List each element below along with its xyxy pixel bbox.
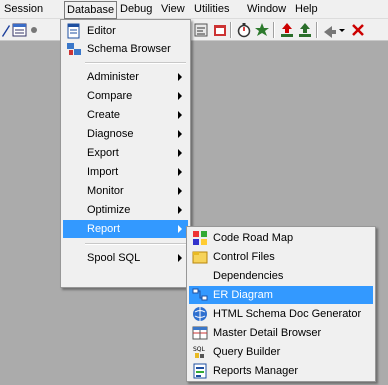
- toolbar-separator: [273, 22, 275, 38]
- control-files-icon: [192, 251, 208, 264]
- menu-item-compare[interactable]: Compare: [63, 87, 188, 105]
- menu-item-dependencies-label: Dependencies: [213, 270, 284, 282]
- toolbar-separator: [230, 22, 232, 38]
- submenu-arrow-icon: [178, 73, 182, 81]
- menu-utilities-label: Utilities: [194, 3, 230, 15]
- menu-item-control-files[interactable]: Control Files: [189, 248, 373, 266]
- table-icon[interactable]: [212, 22, 228, 38]
- menu-item-editor[interactable]: Editor: [63, 22, 188, 40]
- menu-item-report-label: Report: [87, 223, 121, 235]
- menu-item-spool-sql[interactable]: Spool SQL: [63, 249, 188, 267]
- toolbar-separator: [316, 22, 318, 38]
- stopwatch-icon[interactable]: [236, 22, 252, 38]
- menu-item-master-detail-browser[interactable]: Master Detail Browser: [189, 324, 373, 342]
- menu-item-administer-label: Administer: [87, 71, 139, 83]
- menu-item-diagnose-label: Diagnose: [87, 128, 134, 140]
- menu-item-create-label: Create: [87, 109, 121, 121]
- submenu-arrow-icon: [178, 149, 182, 157]
- menu-window-label: Window: [247, 3, 287, 15]
- star-gear-icon[interactable]: [254, 22, 270, 38]
- arrow-back-icon[interactable]: [322, 22, 338, 38]
- schema-browser-icon: [67, 43, 81, 55]
- download-icon[interactable]: [297, 22, 313, 38]
- menu-item-diagnose[interactable]: Diagnose: [63, 125, 188, 143]
- menu-item-administer[interactable]: Administer: [63, 68, 188, 86]
- menu-session-label: Session: [4, 3, 44, 15]
- menu-item-compare-label: Compare: [87, 90, 133, 102]
- submenu-arrow-icon: [178, 92, 182, 100]
- menu-item-code-road-map-label: Code Road Map: [213, 232, 294, 244]
- menu-item-schema-browser-label: Schema Browser: [87, 43, 171, 55]
- menu-window[interactable]: Window: [246, 2, 287, 17]
- menu-debug[interactable]: Debug: [119, 2, 153, 17]
- menu-item-report[interactable]: Report: [63, 220, 188, 238]
- menu-session[interactable]: Session: [3, 2, 44, 17]
- reports-manager-icon: [193, 363, 207, 379]
- svg-text:SQL: SQL: [193, 346, 206, 353]
- menu-item-editor-label: Editor: [87, 25, 116, 37]
- menu-item-reports-manager[interactable]: Reports Manager: [189, 362, 373, 380]
- menu-item-schema-browser[interactable]: Schema Browser: [63, 40, 188, 58]
- submenu-arrow-icon: [178, 254, 182, 262]
- menu-item-query-builder[interactable]: SQL Query Builder: [189, 343, 373, 361]
- query-builder-icon: SQL: [193, 346, 206, 358]
- code-road-map-icon: [193, 231, 207, 245]
- submenu-arrow-icon: [178, 225, 182, 233]
- editor-icon: [67, 23, 80, 39]
- menu-help-label: Help: [295, 3, 318, 15]
- format-icon[interactable]: [193, 22, 209, 38]
- menu-help[interactable]: Help: [294, 2, 319, 17]
- menu-item-control-files-label: Control Files: [213, 251, 275, 263]
- upload-icon[interactable]: [279, 22, 295, 38]
- menu-database[interactable]: Database: [64, 1, 118, 19]
- submenu-arrow-icon: [178, 206, 182, 214]
- menu-item-er-diagram[interactable]: ER Diagram: [189, 286, 373, 304]
- grid-icon[interactable]: [12, 22, 28, 38]
- menu-view[interactable]: View: [160, 2, 186, 17]
- menu-item-import[interactable]: Import: [63, 163, 188, 181]
- menu-item-import-label: Import: [87, 166, 119, 178]
- toolbar: [0, 19, 388, 41]
- menu-item-create[interactable]: Create: [63, 106, 188, 124]
- menu-database-label: Database: [67, 4, 115, 16]
- tool-icon[interactable]: [30, 22, 38, 38]
- menu-bar: Session Database Debug View Utilities Wi…: [0, 0, 388, 19]
- submenu-arrow-icon: [178, 130, 182, 138]
- menu-item-spool-sql-label: Spool SQL: [87, 252, 141, 264]
- menu-item-html-schema-doc-generator-label: HTML Schema Doc Generator: [213, 308, 362, 320]
- pen-icon[interactable]: [1, 22, 11, 38]
- menu-item-export-label: Export: [87, 147, 119, 159]
- menu-item-export[interactable]: Export: [63, 144, 188, 162]
- menu-debug-label: Debug: [120, 3, 153, 15]
- database-menu: Editor Schema Browser Administer Compare…: [60, 19, 191, 288]
- menu-utilities[interactable]: Utilities: [193, 2, 230, 17]
- menu-item-code-road-map[interactable]: Code Road Map: [189, 229, 373, 247]
- menu-item-reports-manager-label: Reports Manager: [213, 365, 298, 377]
- menu-view-label: View: [161, 3, 185, 15]
- submenu-arrow-icon: [178, 168, 182, 176]
- submenu-arrow-icon: [178, 187, 182, 195]
- master-detail-icon: [192, 326, 208, 340]
- menu-item-query-builder-label: Query Builder: [213, 346, 281, 358]
- menu-item-optimize-label: Optimize: [87, 204, 131, 216]
- menu-separator: [85, 243, 186, 245]
- menu-item-dependencies[interactable]: Dependencies: [189, 267, 373, 285]
- menu-item-monitor[interactable]: Monitor: [63, 182, 188, 200]
- cancel-icon[interactable]: [350, 22, 366, 38]
- menu-item-optimize[interactable]: Optimize: [63, 201, 188, 219]
- menu-item-master-detail-browser-label: Master Detail Browser: [213, 327, 322, 339]
- chevron-down-icon[interactable]: [338, 22, 346, 38]
- menu-item-er-diagram-label: ER Diagram: [213, 289, 273, 301]
- menu-separator: [85, 62, 186, 64]
- report-submenu: Code Road Map Control Files Dependencies…: [186, 226, 376, 382]
- html-schema-doc-icon: [193, 307, 207, 321]
- er-diagram-icon: [192, 288, 208, 301]
- menu-item-html-schema-doc-generator[interactable]: HTML Schema Doc Generator: [189, 305, 373, 323]
- menu-item-monitor-label: Monitor: [87, 185, 124, 197]
- submenu-arrow-icon: [178, 111, 182, 119]
